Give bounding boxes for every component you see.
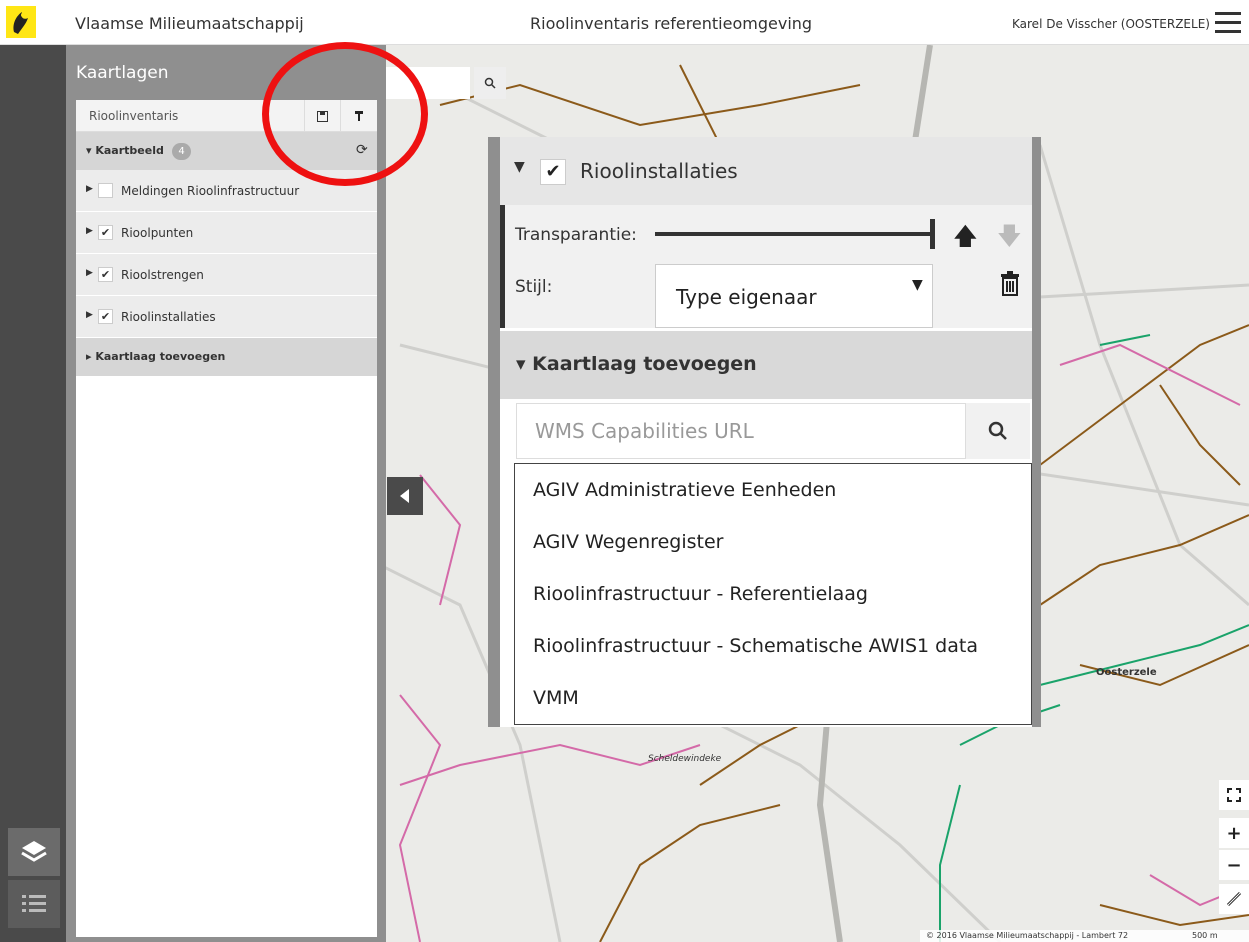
add-layer-label: ▸ Kaartlaag toevoegen (86, 350, 226, 363)
vmm-logo (6, 6, 36, 38)
wms-search-button[interactable] (966, 403, 1030, 459)
layer-checkbox[interactable] (98, 183, 113, 198)
paint-roller-icon (355, 111, 363, 121)
expand-triangle-icon[interactable]: ▶ (86, 184, 93, 194)
style-button[interactable] (340, 100, 377, 132)
scale-bar-label: 500 m (1192, 931, 1218, 940)
kaartbeeld-label: ▾ Kaartbeeld (86, 144, 164, 157)
place-label-oosterzele: Oosterzele (1096, 667, 1157, 678)
zoomed-detail-body: ▼ ✔ Rioolinstallaties Transparantie: 🡅 🡇… (500, 137, 1032, 727)
wms-service-item[interactable]: AGIV Wegenregister (515, 516, 1031, 568)
wms-service-item[interactable]: Rioolinfrastructuur - Referentielaag (515, 568, 1031, 620)
user-name[interactable]: Karel De Visscher (OOSTERZELE) (1012, 17, 1210, 31)
map-search-input[interactable] (386, 67, 470, 99)
fullscreen-icon (1227, 788, 1241, 802)
style-select-value: Type eigenaar (676, 285, 817, 309)
kaartbeeld-header[interactable]: ▾ Kaartbeeld 4 ⟳ (76, 132, 377, 170)
move-up-arrow-icon[interactable]: 🡅 (953, 219, 978, 260)
environment-title: Rioolinventaris referentieomgeving (530, 14, 813, 33)
layer-row[interactable]: ▶ Meldingen Rioolinfrastructuur (76, 170, 377, 212)
workspace-row: Rioolinventaris (76, 100, 377, 132)
save-button[interactable] (304, 100, 340, 132)
transparency-label: Transparantie: (515, 225, 637, 245)
chevron-left-icon (400, 489, 409, 503)
layer-header[interactable]: ▼ ✔ Rioolinstallaties (500, 137, 1032, 205)
trash-icon[interactable] (999, 271, 1021, 297)
layer-row[interactable]: ▶ ✔ Rioolstrengen (76, 254, 377, 296)
layer-label: Rioolstrengen (121, 268, 204, 282)
caret-down-icon: ▼ (912, 277, 923, 293)
transparency-slider-track[interactable] (655, 232, 933, 236)
layer-row[interactable]: ▶ ✔ Rioolpunten (76, 212, 377, 254)
zoom-out-button[interactable]: − (1219, 850, 1249, 880)
top-bar: Vlaamse Milieumaatschappij Rioolinventar… (0, 0, 1249, 45)
measure-button[interactable] (1219, 884, 1249, 914)
expand-triangle-icon[interactable]: ▶ (86, 268, 93, 278)
move-down-arrow-icon[interactable]: 🡇 (997, 219, 1022, 260)
wms-url-field[interactable] (516, 403, 966, 459)
wms-service-item[interactable]: Rioolinfrastructuur - Schematische AWIS1… (515, 620, 1031, 672)
layer-checkbox[interactable]: ✔ (540, 159, 566, 185)
plus-icon: + (1226, 822, 1242, 844)
workspace-name: Rioolinventaris (89, 109, 179, 123)
layer-checkbox[interactable]: ✔ (98, 225, 113, 240)
add-layer-title: ▾ Kaartlaag toevoegen (516, 353, 757, 375)
layers-icon (21, 841, 47, 862)
zoom-in-button[interactable]: + (1219, 818, 1249, 848)
layer-label: Rioolinstallaties (121, 310, 216, 324)
expand-triangle-icon[interactable]: ▶ (86, 310, 93, 320)
list-icon (22, 895, 46, 912)
app-title: Vlaamse Milieumaatschappij (75, 14, 304, 33)
panel-title: Kaartlagen (76, 63, 169, 83)
expand-triangle-icon[interactable]: ▶ (86, 226, 93, 236)
layer-checkbox[interactable]: ✔ (98, 309, 113, 324)
wms-service-item[interactable]: VMM (515, 672, 1031, 724)
layer-title: Rioolinstallaties (580, 159, 738, 183)
style-select[interactable]: Type eigenaar ▼ (655, 264, 933, 328)
layers-button[interactable] (8, 828, 60, 876)
layer-panel: Kaartlagen Rioolinventaris ▾ Kaartbeeld … (66, 45, 386, 942)
wms-url-input[interactable] (517, 404, 965, 458)
collapse-triangle-icon[interactable]: ▼ (514, 159, 525, 175)
layer-count-badge: 4 (172, 143, 191, 160)
transparency-slider-handle[interactable] (930, 219, 935, 249)
map-search-button[interactable] (474, 67, 506, 99)
layer-options: Transparantie: 🡅 🡇 Stijl: Type eigenaar … (500, 205, 1032, 328)
floppy-icon (317, 110, 328, 122)
wms-service-list: AGIV Administratieve Eenheden AGIV Wegen… (514, 463, 1032, 725)
panel-body: Rioolinventaris ▾ Kaartbeeld 4 ⟳ ▶ Meldi… (76, 100, 377, 937)
left-rail (0, 45, 66, 942)
layer-row[interactable]: ▶ ✔ Rioolinstallaties (76, 296, 377, 338)
minus-icon: − (1226, 854, 1242, 876)
hamburger-menu-icon[interactable] (1215, 12, 1241, 34)
add-layer-section-header[interactable]: ▾ Kaartlaag toevoegen (500, 331, 1032, 399)
zoomed-detail-panel: ▼ ✔ Rioolinstallaties Transparantie: 🡅 🡇… (488, 137, 1041, 727)
search-icon (484, 77, 496, 89)
ruler-icon (1226, 891, 1242, 907)
layer-checkbox[interactable]: ✔ (98, 267, 113, 282)
layer-label: Rioolpunten (121, 226, 194, 240)
collapse-panel-button[interactable] (387, 477, 423, 515)
add-layer-header[interactable]: ▸ Kaartlaag toevoegen (76, 338, 377, 376)
layer-label: Meldingen Rioolinfrastructuur (121, 184, 300, 198)
style-label: Stijl: (515, 277, 553, 297)
refresh-icon[interactable]: ⟳ (356, 142, 368, 158)
wms-service-item[interactable]: AGIV Administratieve Eenheden (515, 464, 1031, 516)
fullscreen-button[interactable] (1219, 780, 1249, 810)
search-icon (988, 421, 1007, 440)
legend-button[interactable] (8, 880, 60, 928)
place-label-scheldewindeke: Scheldewindeke (648, 754, 722, 764)
